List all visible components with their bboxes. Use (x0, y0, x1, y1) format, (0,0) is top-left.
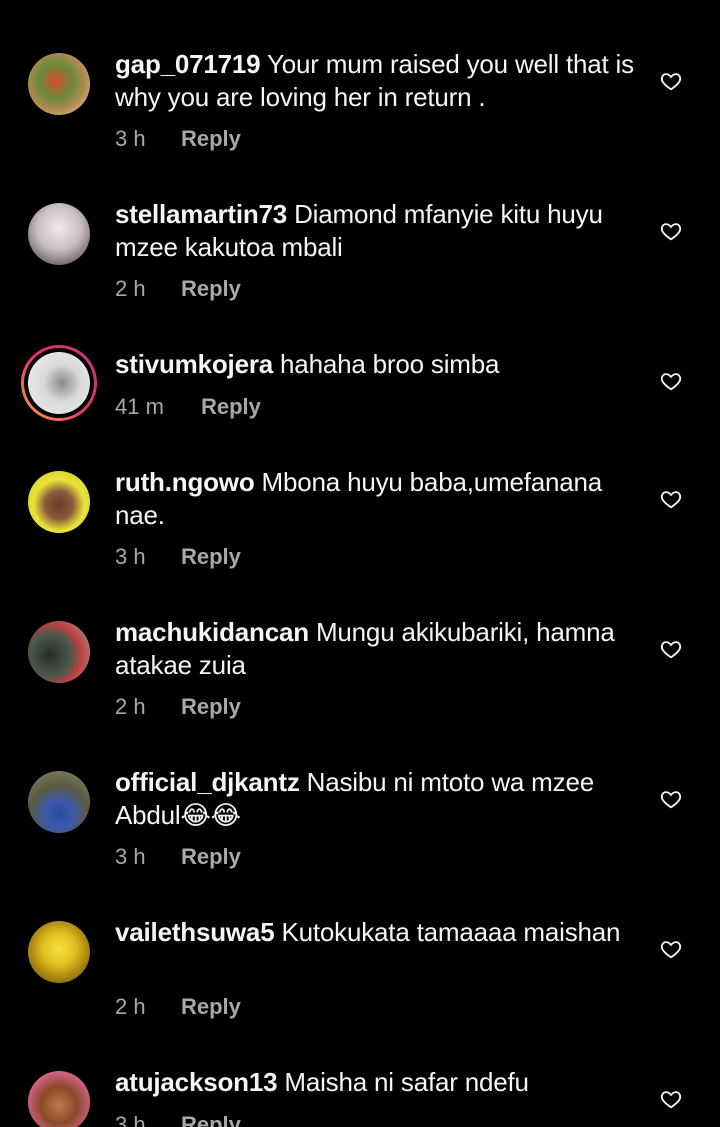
comment-item: gap_071719 Your mum raised you well that… (0, 0, 720, 152)
avatar-image (28, 921, 90, 983)
comment-timestamp: 2 h (115, 276, 146, 301)
avatar-image (28, 621, 90, 683)
comment-body: Kutokukata tamaaaa maishan (281, 917, 621, 947)
reply-button[interactable]: Reply (181, 1112, 241, 1127)
comment-meta: 3 h Reply (115, 844, 241, 870)
heart-outline-icon[interactable] (660, 488, 682, 510)
comment-text: vailethsuwa5 Kutokukata tamaaaa maishan (115, 916, 645, 949)
heart-outline-icon[interactable] (660, 220, 682, 242)
heart-outline-icon[interactable] (660, 70, 682, 92)
comment-text: gap_071719 Your mum raised you well that… (115, 48, 645, 114)
comment-meta: 3 h Reply (115, 126, 241, 152)
comment-item: atujackson13 Maisha ni safar ndefu 3 h R… (0, 1018, 720, 1127)
comment-timestamp: 3 h (115, 1112, 146, 1127)
comment-meta: 41 m Reply (115, 394, 261, 420)
heart-outline-icon[interactable] (660, 1088, 682, 1110)
comment-username[interactable]: machukidancan (115, 617, 309, 647)
comment-timestamp: 2 h (115, 994, 146, 1019)
avatar[interactable] (28, 1071, 90, 1127)
avatar-image (28, 1071, 90, 1127)
comment-item: stellamartin73 Diamond mfanyie kitu huyu… (0, 150, 720, 302)
comment-username[interactable]: official_djkantz (115, 767, 300, 797)
comment-body: hahaha broo simba (280, 349, 500, 379)
comment-timestamp: 2 h (115, 694, 146, 719)
comment-username[interactable]: atujackson13 (115, 1067, 278, 1097)
comment-text: atujackson13 Maisha ni safar ndefu (115, 1066, 645, 1099)
avatar[interactable] (28, 53, 90, 115)
heart-outline-icon[interactable] (660, 638, 682, 660)
comment-item: official_djkantz Nasibu ni mtoto wa mzee… (0, 718, 720, 870)
comment-meta: 3 h Reply (115, 1112, 241, 1127)
avatar[interactable] (28, 621, 90, 683)
avatar-image (28, 471, 90, 533)
heart-outline-icon[interactable] (660, 938, 682, 960)
avatar[interactable] (28, 203, 90, 265)
comment-item: vailethsuwa5 Kutokukata tamaaaa maishan … (0, 868, 720, 1020)
comment-username[interactable]: gap_071719 (115, 49, 261, 79)
comment-meta: 2 h Reply (115, 694, 241, 720)
avatar[interactable] (28, 921, 90, 983)
comment-timestamp: 3 h (115, 544, 146, 569)
comment-meta: 2 h Reply (115, 994, 241, 1020)
reply-button[interactable]: Reply (181, 844, 241, 870)
comment-username[interactable]: ruth.ngowo (115, 467, 255, 497)
avatar-image (28, 771, 90, 833)
comment-timestamp: 3 h (115, 844, 146, 869)
comment-text: ruth.ngowo Mbona huyu baba,umefanana nae… (115, 466, 645, 532)
heart-outline-icon[interactable] (660, 788, 682, 810)
comment-body: Maisha ni safar ndefu (284, 1067, 529, 1097)
comment-timestamp: 41 m (115, 394, 164, 419)
comment-text: official_djkantz Nasibu ni mtoto wa mzee… (115, 766, 645, 832)
avatar-image (28, 203, 90, 265)
comment-item: machukidancan Mungu akikubariki, hamna a… (0, 568, 720, 720)
comment-text: machukidancan Mungu akikubariki, hamna a… (115, 616, 645, 682)
reply-button[interactable]: Reply (201, 394, 261, 420)
comment-meta: 3 h Reply (115, 544, 241, 570)
comment-username[interactable]: vailethsuwa5 (115, 917, 275, 947)
heart-outline-icon[interactable] (660, 370, 682, 392)
comment-meta: 2 h Reply (115, 276, 241, 302)
comment-username[interactable]: stivumkojera (115, 349, 273, 379)
comment-timestamp: 3 h (115, 126, 146, 151)
reply-button[interactable]: Reply (181, 276, 241, 302)
reply-button[interactable]: Reply (181, 994, 241, 1020)
comment-text: stellamartin73 Diamond mfanyie kitu huyu… (115, 198, 645, 264)
comment-username[interactable]: stellamartin73 (115, 199, 287, 229)
avatar-image (28, 352, 90, 414)
avatar[interactable] (21, 345, 97, 421)
avatar[interactable] (28, 771, 90, 833)
comment-item: ruth.ngowo Mbona huyu baba,umefanana nae… (0, 418, 720, 570)
reply-button[interactable]: Reply (181, 694, 241, 720)
reply-button[interactable]: Reply (181, 544, 241, 570)
comment-text: stivumkojera hahaha broo simba (115, 348, 645, 381)
reply-button[interactable]: Reply (181, 126, 241, 152)
avatar-image (28, 53, 90, 115)
avatar[interactable] (28, 471, 90, 533)
